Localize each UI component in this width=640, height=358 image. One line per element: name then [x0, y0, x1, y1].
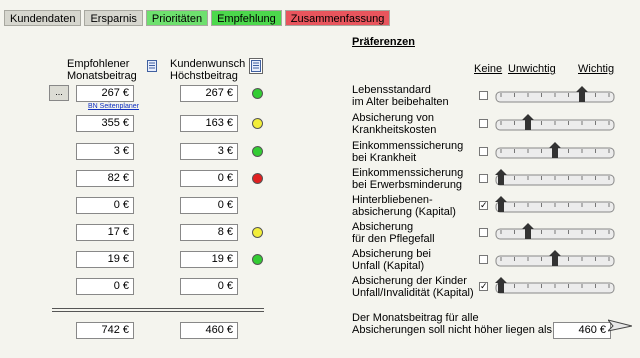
desired-header: Kundenwunsch Höchstbeitrag: [170, 58, 245, 82]
pref-label-line: Absicherung bei: [352, 248, 431, 260]
recommended-value: 3 €: [76, 143, 134, 160]
recommended-value: 355 €: [76, 115, 134, 132]
max-contribution-line: Absicherungen soll nicht höher liegen al…: [352, 324, 556, 336]
recommended-header: Empfohlener Monatsbeitrag: [67, 58, 137, 82]
level-low-label: Unwichtig: [508, 63, 556, 75]
priority-slider[interactable]: [495, 168, 615, 188]
pref-label-line: Lebensstandard: [352, 84, 431, 96]
recommended-value: 267 €: [76, 85, 134, 102]
tab-ersparnis[interactable]: Ersparnis: [84, 10, 143, 26]
details-button[interactable]: ...: [49, 85, 69, 101]
pref-label-line: bei Erwerbsminderung: [352, 179, 463, 191]
pref-label-unfall: Absicherung bei Unfall (Kapital): [352, 248, 431, 272]
status-dot-yellow: [252, 227, 263, 238]
tab-bar: Kundendaten Ersparnis Prioritäten Empfeh…: [4, 10, 393, 26]
pref-label-line: Unfall (Kapital): [352, 260, 425, 272]
recommended-value: 19 €: [76, 251, 134, 268]
pref-label-pflegefall: Absicherung für den Pflegefall: [352, 221, 435, 245]
priority-slider[interactable]: [495, 85, 615, 105]
priority-slider[interactable]: [495, 113, 615, 133]
tab-kundendaten[interactable]: Kundendaten: [4, 10, 82, 26]
pref-label-line: Einkommenssicherung: [352, 140, 464, 152]
desired-input[interactable]: 0 €: [180, 197, 238, 214]
priority-slider[interactable]: [495, 276, 615, 296]
status-dot-green: [252, 146, 263, 157]
pref-checkbox[interactable]: [479, 228, 488, 237]
pref-checkbox[interactable]: [479, 147, 488, 156]
tab-empfehlung[interactable]: Empfehlung: [211, 10, 282, 26]
pref-checkbox[interactable]: ✓: [479, 282, 488, 291]
document-icon[interactable]: [147, 60, 157, 72]
desired-input[interactable]: 19 €: [180, 251, 238, 268]
divider: [52, 308, 264, 309]
pref-label-line: Absicherung der Kinder: [352, 275, 467, 287]
pref-label-lebensstandard: Lebensstandard im Alter beibehalten: [352, 84, 449, 108]
level-high-label: Wichtig: [578, 63, 615, 75]
desired-input[interactable]: 267 €: [180, 85, 238, 102]
pref-label-line: absicherung (Kapital): [352, 206, 456, 218]
recommended-value: 0 €: [76, 278, 134, 295]
total-desired: 460 €: [180, 322, 238, 339]
level-none-label: Keine: [474, 63, 503, 75]
pref-label-line: Absicherung von: [352, 112, 434, 124]
pref-label-erwerbsminderung: Einkommenssicherung bei Erwerbsminderung: [352, 167, 463, 191]
pref-checkbox[interactable]: [479, 174, 488, 183]
priority-slider[interactable]: [495, 141, 615, 161]
pref-label-line: Krankheitskosten: [352, 124, 437, 136]
tab-prioritaeten[interactable]: Prioritäten: [145, 10, 209, 26]
pref-label-line: im Alter beibehalten: [352, 96, 449, 108]
next-arrow-icon[interactable]: [608, 318, 632, 332]
desired-input[interactable]: 0 €: [180, 170, 238, 187]
pref-label-kinder-unfall: Absicherung der Kinder Unfall/Invalidität…: [352, 275, 474, 299]
pref-label-line: für den Pflegefall: [352, 233, 435, 245]
pref-checkbox[interactable]: ✓: [479, 201, 488, 210]
recommended-header-line2: Monatsbeitrag: [67, 70, 137, 82]
document-button[interactable]: [249, 58, 263, 74]
pref-label-krankheitskosten: Absicherung von Krankheitskosten: [352, 112, 436, 136]
pref-label-line: Hinterbliebenen-: [352, 194, 433, 206]
document-icon: [251, 60, 261, 72]
pref-label-krankheit: Einkommenssicherung bei Krankheit: [352, 140, 463, 164]
priority-slider[interactable]: [495, 222, 615, 242]
recommended-header-line1: Empfohlener: [67, 58, 130, 70]
desired-header-line1: Kundenwunsch: [170, 58, 246, 70]
planner-link[interactable]: BN Seitenplaner: [88, 103, 139, 111]
max-contribution-line: Der Monatsbeitrag für alle: [352, 312, 479, 324]
status-dot-green: [252, 254, 263, 265]
pref-label-line: Einkommenssicherung: [352, 167, 464, 179]
preferences-title: Präferenzen: [352, 36, 415, 48]
pref-checkbox[interactable]: [479, 119, 488, 128]
pref-label-line: Unfall/Invalidität (Kapital): [352, 287, 474, 299]
recommended-value: 0 €: [76, 197, 134, 214]
tab-zusammenfassung[interactable]: Zusammenfassung: [284, 10, 391, 26]
recommended-value: 17 €: [76, 224, 134, 241]
status-dot-red: [252, 173, 263, 184]
pref-label-hinterbliebene: Hinterbliebenen-absicherung (Kapital): [352, 194, 456, 218]
status-dot-yellow: [252, 118, 263, 129]
desired-input[interactable]: 0 €: [180, 278, 238, 295]
desired-input[interactable]: 163 €: [180, 115, 238, 132]
desired-input[interactable]: 3 €: [180, 143, 238, 160]
recommended-value: 82 €: [76, 170, 134, 187]
priority-slider[interactable]: [495, 195, 615, 215]
total-recommended: 742 €: [76, 322, 134, 339]
pref-label-line: bei Krankheit: [352, 152, 417, 164]
desired-header-line2: Höchstbeitrag: [170, 70, 238, 82]
priority-slider[interactable]: [495, 249, 615, 269]
pref-label-line: Absicherung: [352, 221, 414, 233]
divider: [52, 311, 264, 312]
pref-checkbox[interactable]: [479, 255, 488, 264]
desired-input[interactable]: 8 €: [180, 224, 238, 241]
pref-checkbox[interactable]: [479, 91, 488, 100]
status-dot-green: [252, 88, 263, 99]
max-contribution-text: Der Monatsbeitrag für alle Absicherungen…: [352, 312, 555, 336]
max-contribution-input[interactable]: 460 €: [553, 322, 611, 339]
